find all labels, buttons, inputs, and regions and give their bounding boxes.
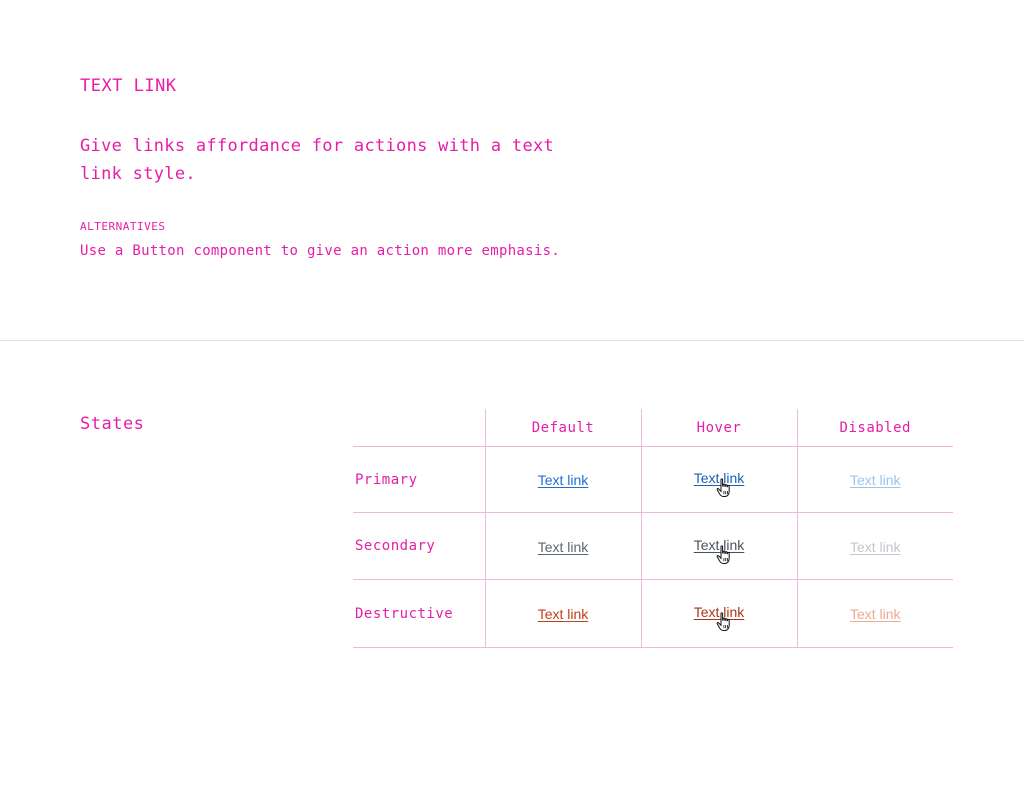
primary-hover-link[interactable]: Text link [694,470,745,486]
primary-disabled-link: Text link [849,472,901,488]
row-label-primary: Primary [353,446,486,513]
table-row-destructive: Destructive Text link Text link Text lin… [353,579,953,648]
table-row-secondary: Secondary Text link Text link Text link [353,512,953,580]
primary-default-link[interactable]: Text link [538,472,589,488]
secondary-default-link[interactable]: Text link [538,539,589,555]
states-header-row: Default Hover Disabled [353,409,953,447]
destructive-hover-link[interactable]: Text link [694,604,745,620]
secondary-hover-link[interactable]: Text link [694,537,745,553]
row-label-secondary: Secondary [353,512,486,580]
alternatives-text: Use a Button component to give an action… [80,243,561,259]
states-table: Default Hover Disabled Primary Text link… [353,409,953,648]
column-header-default: Default [485,409,642,447]
section-divider [0,340,1024,341]
alternatives-heading: ALTERNATIVES [80,220,166,233]
primary-hover-wrapper: Text link [694,468,745,497]
column-header-hover: Hover [641,409,798,447]
page-lead: Give links affordance for actions with a… [80,136,555,184]
row-label-destructive: Destructive [353,579,486,648]
destructive-disabled-link: Text link [849,606,901,622]
header-corner [353,409,486,447]
secondary-hover-wrapper: Text link [694,535,745,564]
destructive-default-link[interactable]: Text link [538,606,589,622]
column-header-disabled: Disabled [839,419,911,436]
destructive-hover-wrapper: Text link [694,602,745,631]
table-row-primary: Primary Text link Text link Text link [353,446,953,513]
states-heading: States [80,414,145,434]
secondary-disabled-link: Text link [849,538,901,555]
page-title: TEXT LINK [80,76,177,96]
